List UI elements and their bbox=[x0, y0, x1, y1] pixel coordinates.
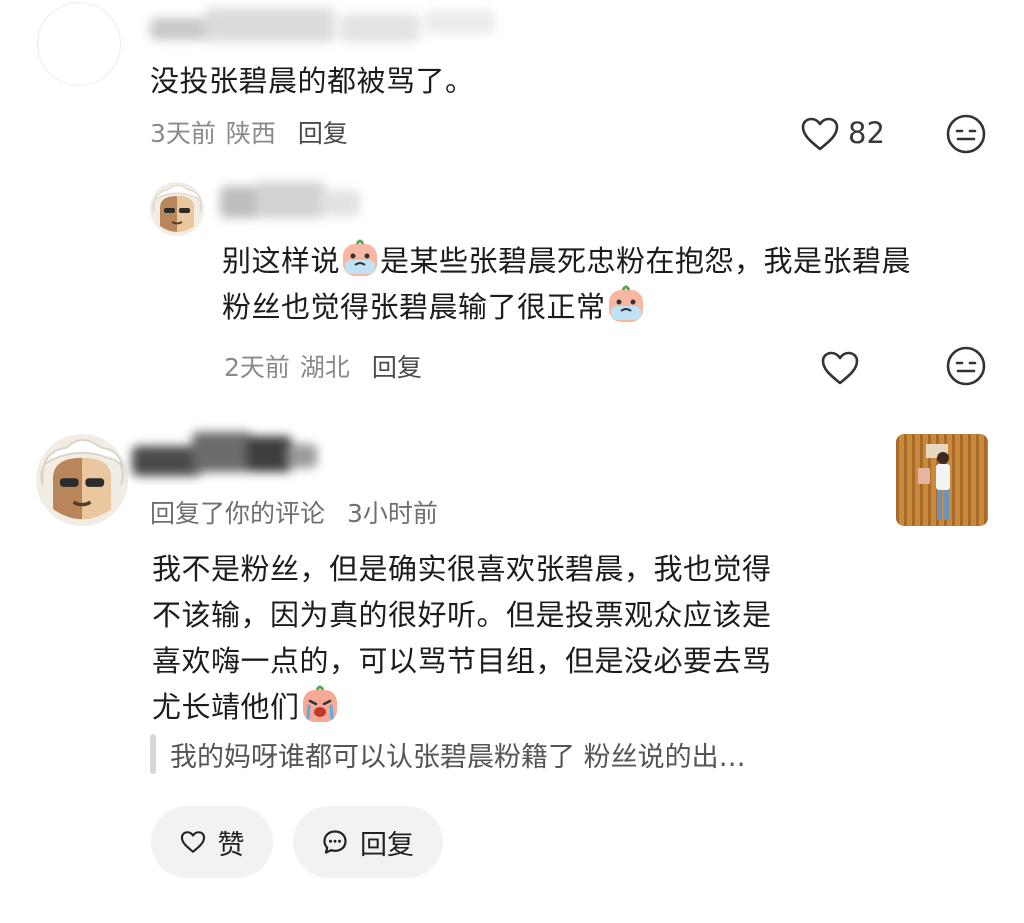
expression-button[interactable] bbox=[944, 344, 988, 388]
comment-location: 陕西 bbox=[225, 119, 276, 148]
crying-emoji-icon bbox=[302, 685, 337, 722]
reply-location: 湖北 bbox=[299, 353, 350, 382]
like-label: 赞 bbox=[217, 829, 245, 861]
quoted-original-comment[interactable]: 我的妈呀谁都可以认张碧晨粉籍了 粉丝说的出… bbox=[150, 732, 746, 776]
notification-action: 回复了你的评论 bbox=[150, 499, 326, 528]
blurred-username bbox=[132, 426, 332, 482]
reply-button[interactable]: 回复 bbox=[372, 353, 422, 382]
comment-meta: 3天前 陕西 回复 bbox=[150, 114, 348, 150]
reply-button[interactable]: 回复 bbox=[298, 119, 348, 148]
reply-label: 回复 bbox=[360, 829, 414, 861]
reply-meta: 2天前 湖北 回复 bbox=[224, 348, 422, 384]
quote-bar bbox=[150, 734, 156, 774]
reply-pill-button[interactable]: 回复 bbox=[293, 806, 443, 878]
speech-bubble-icon bbox=[323, 830, 347, 854]
expression-button[interactable] bbox=[944, 112, 988, 156]
reply-time: 2天前 bbox=[224, 353, 290, 382]
heart-icon bbox=[180, 831, 205, 853]
comment-time: 3天前 bbox=[150, 119, 216, 148]
like-button[interactable] bbox=[818, 346, 862, 390]
like-count: 82 bbox=[848, 116, 885, 150]
notification-meta: 回复了你的评论 3小时前 bbox=[150, 494, 438, 530]
like-pill-button[interactable]: 赞 bbox=[151, 806, 273, 878]
neutral-face-icon bbox=[946, 346, 986, 386]
reply-avatar[interactable] bbox=[150, 182, 204, 236]
commenter-avatar[interactable] bbox=[37, 2, 121, 86]
heart-icon bbox=[801, 117, 839, 151]
crying-emoji-icon bbox=[343, 239, 378, 276]
quoted-text: 我的妈呀谁都可以认张碧晨粉籍了 粉丝说的出… bbox=[170, 741, 746, 773]
notifier-avatar[interactable] bbox=[36, 434, 128, 526]
crying-emoji-icon bbox=[608, 285, 643, 322]
neutral-face-icon bbox=[946, 114, 986, 154]
notification-text: 我不是粉丝，但是确实很喜欢张碧晨，我也觉得 不该输，因为真的很好听。但是投票观众… bbox=[152, 552, 772, 724]
post-thumbnail[interactable] bbox=[896, 434, 988, 526]
reply-text: 别这样说 是某些张碧晨死忠粉在抱怨，我是张碧晨 粉丝也觉得张碧晨输了很正常 bbox=[222, 238, 992, 330]
comment-text: 没投张碧晨的都被骂了。 bbox=[150, 64, 475, 98]
blurred-username bbox=[220, 182, 370, 226]
blurred-username bbox=[150, 8, 510, 52]
notification-time: 3小时前 bbox=[347, 499, 438, 528]
heart-icon bbox=[821, 351, 859, 385]
like-button[interactable] bbox=[798, 112, 842, 156]
